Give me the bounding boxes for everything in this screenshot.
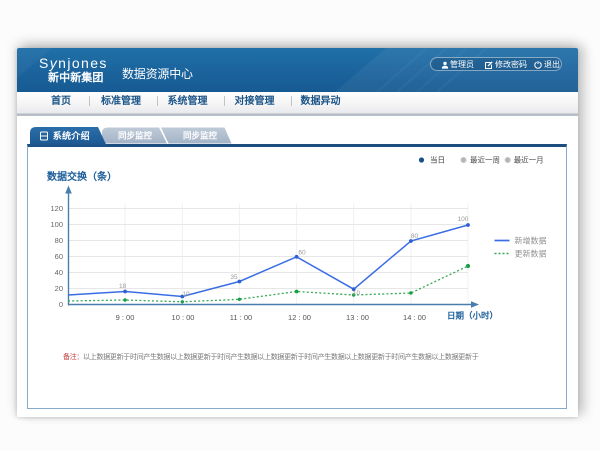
svg-text:系统介绍: 系统介绍 [53,130,90,141]
svg-text:10: 10 [182,291,190,298]
svg-text:80: 80 [411,233,419,240]
svg-text:100: 100 [458,216,469,223]
svg-text:11 : 00: 11 : 00 [230,313,252,322]
svg-text:13 : 00: 13 : 00 [346,313,369,322]
svg-text:60: 60 [298,249,306,256]
svg-text:9 : 00: 9 : 00 [116,313,135,322]
svg-text:10 : 00: 10 : 00 [172,313,195,322]
svg-text:0: 0 [59,300,63,309]
svg-text:同步监控: 同步监控 [118,131,153,141]
svg-text:10: 10 [353,290,361,297]
svg-text:数据交换（条）: 数据交换（条） [47,170,117,183]
svg-text:更新数据: 更新数据 [515,248,547,258]
svg-text:120: 120 [50,204,63,213]
svg-text:100: 100 [50,220,63,229]
svg-text:35: 35 [230,274,238,281]
svg-text:备注：以上数据更新于时间产生数据以上数据更新于时间产生数据以: 备注：以上数据更新于时间产生数据以上数据更新于时间产生数据以上数据更新于时间产生… [63,352,479,361]
svg-text:最近一月: 最近一月 [514,154,544,164]
svg-text:40: 40 [55,268,63,277]
svg-text:最近一周: 最近一周 [470,154,500,164]
svg-text:18: 18 [119,283,127,290]
svg-text:12 : 00: 12 : 00 [288,313,311,322]
svg-text:60: 60 [55,252,63,261]
svg-text:80: 80 [55,236,63,245]
svg-text:20: 20 [55,284,63,293]
svg-text:新增数据: 新增数据 [515,235,547,245]
svg-text:当日: 当日 [430,154,445,164]
svg-text:日期（小时）: 日期（小时） [447,310,498,320]
svg-text:14 : 00: 14 : 00 [403,313,426,322]
svg-text:同步监控: 同步监控 [183,131,218,141]
